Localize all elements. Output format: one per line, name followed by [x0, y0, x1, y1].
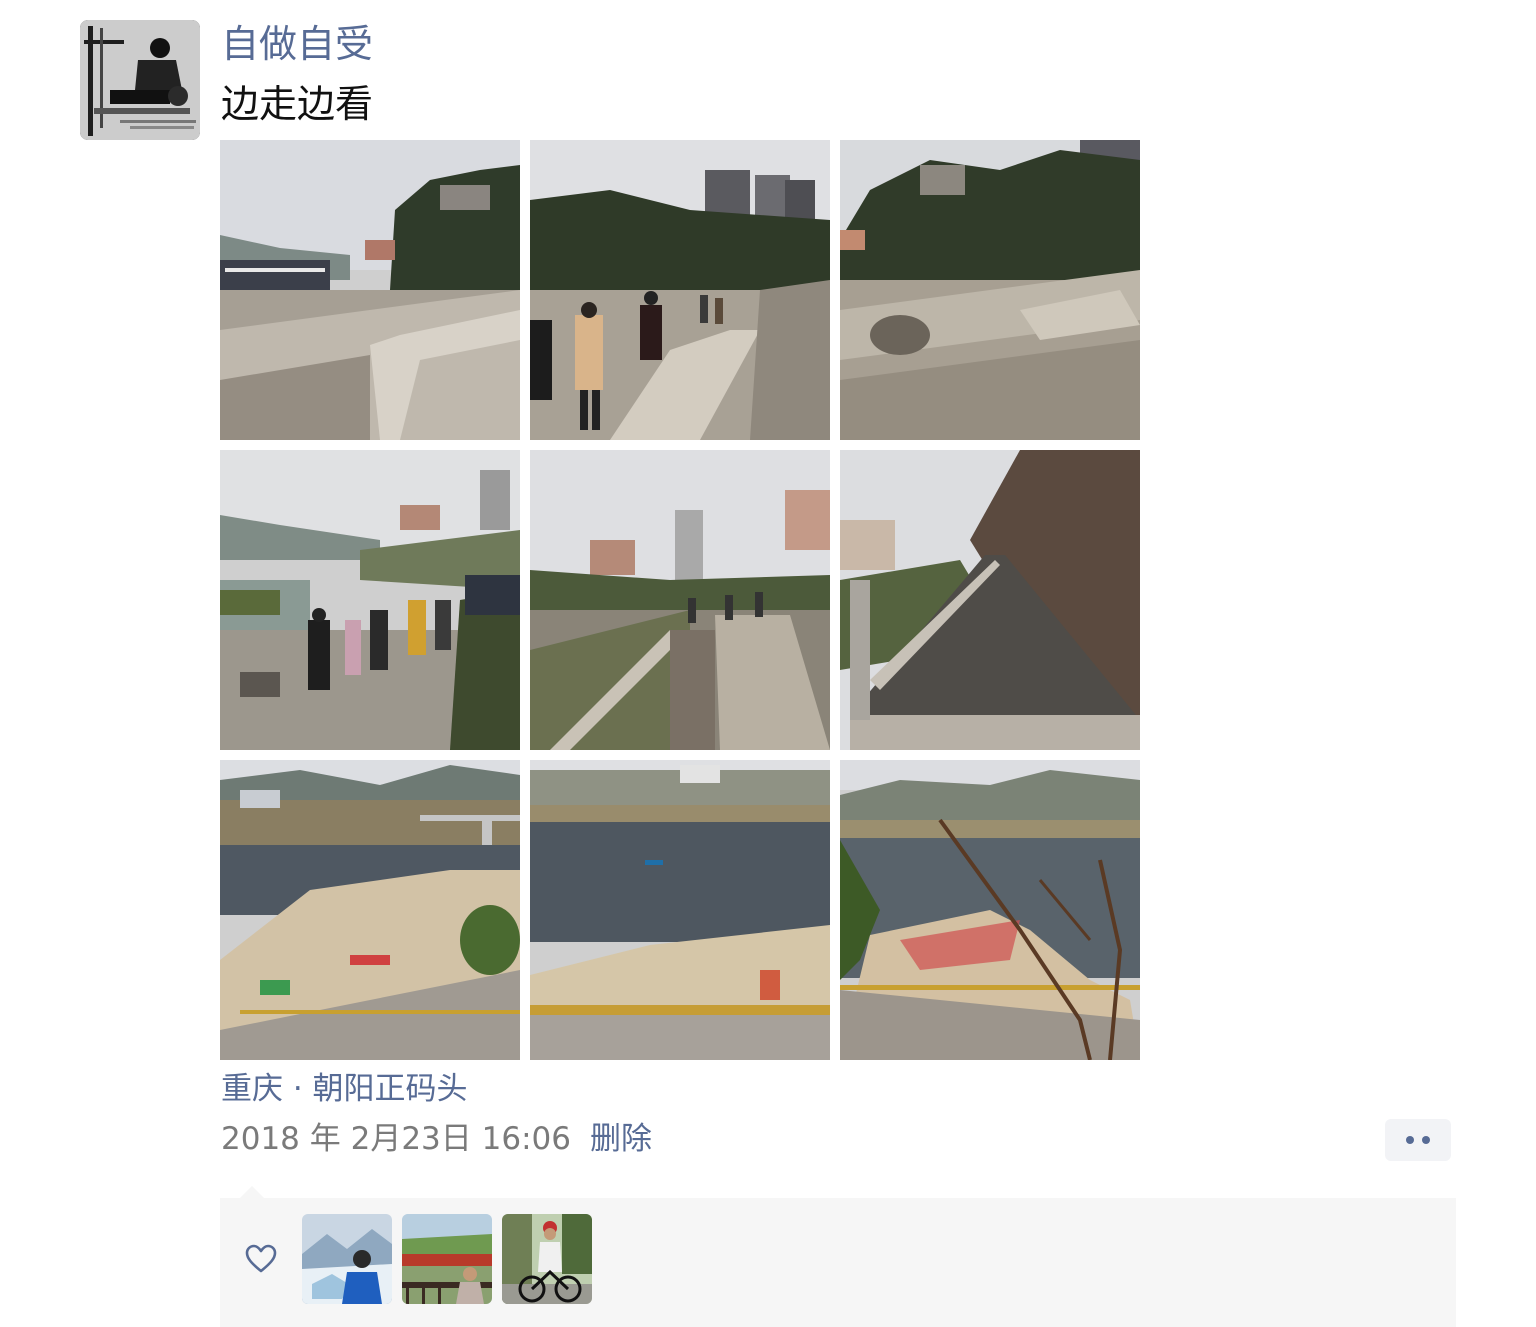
delete-button[interactable]: 删除	[590, 1116, 652, 1162]
heart-icon	[245, 1244, 277, 1273]
liker-avatar-1[interactable]	[302, 1214, 392, 1304]
post-text: 边走边看	[221, 82, 374, 126]
photo-8[interactable]	[530, 760, 830, 1060]
photo-3[interactable]	[840, 140, 1140, 440]
likes-pointer	[240, 1186, 264, 1198]
photo-6[interactable]	[840, 450, 1140, 750]
photo-1[interactable]	[220, 140, 520, 440]
photo-grid	[220, 140, 1140, 1060]
post-location[interactable]: 重庆 · 朝阳正码头	[221, 1066, 468, 1112]
photo-5[interactable]	[530, 450, 830, 750]
photo-9[interactable]	[840, 760, 1140, 1060]
photo-2[interactable]	[530, 140, 830, 440]
more-dots-icon	[1406, 1136, 1414, 1144]
more-dots-icon	[1422, 1136, 1430, 1144]
photo-7[interactable]	[220, 760, 520, 1060]
post-timestamp: 2018 年 2月23日 16:06	[221, 1121, 571, 1157]
more-button[interactable]	[1385, 1119, 1451, 1161]
photo-4[interactable]	[220, 450, 520, 750]
liker-avatar-3[interactable]	[502, 1214, 592, 1304]
author-avatar[interactable]	[80, 20, 200, 140]
author-name[interactable]: 自做自受	[221, 18, 373, 70]
liker-avatar-2[interactable]	[402, 1214, 492, 1304]
